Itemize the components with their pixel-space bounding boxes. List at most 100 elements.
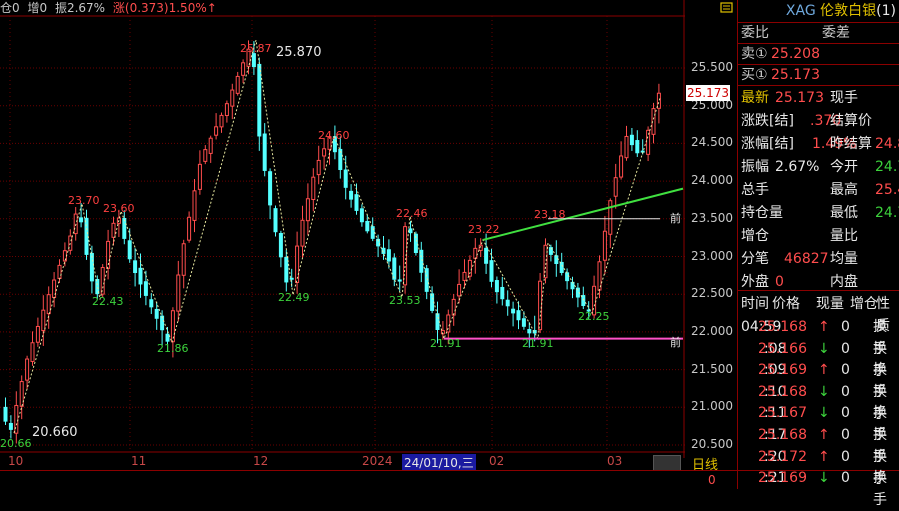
tick-row: :21 25.169 ↓ 0 换手 bbox=[738, 467, 899, 508]
candle-body bbox=[322, 148, 327, 157]
quote-panel: XAG 伦敦白银(1) 委比 委差 卖① 25.208 买① 25.173 最新… bbox=[720, 0, 899, 508]
tick-header-cell: 现量 bbox=[816, 296, 844, 312]
tick-p: 25.168 bbox=[758, 319, 807, 335]
candle-body bbox=[208, 137, 213, 154]
candle-body bbox=[629, 134, 634, 146]
amplitude-value: 振2.67% bbox=[54, 1, 106, 15]
candle-body bbox=[143, 281, 148, 296]
tick-p: 25.167 bbox=[758, 405, 807, 422]
candle-body bbox=[219, 114, 224, 128]
quote-l1: 持仓量 bbox=[741, 205, 783, 221]
peak-label: 23.70 bbox=[68, 194, 100, 207]
price-axis: 25.500 25.000 24.500 24.000 23.500 23.000 22.5… bbox=[685, 0, 737, 458]
peak-label: 20.66 bbox=[0, 437, 32, 450]
quote-v1: 46827 bbox=[784, 251, 829, 267]
tick-d: ↑ bbox=[818, 362, 830, 379]
candle-body bbox=[559, 261, 564, 273]
candle-body bbox=[138, 267, 143, 285]
candle-body bbox=[316, 159, 321, 176]
candle-body bbox=[197, 163, 202, 190]
peak-label: 25.87 bbox=[240, 42, 272, 55]
kline-chart[interactable]: 20.66 23.70 22.43 23.60 21.86 25.87 22.49 24.60… bbox=[0, 0, 685, 458]
candle-body bbox=[473, 247, 478, 259]
quote-l2: 结算价 bbox=[830, 113, 872, 129]
candle-body bbox=[133, 260, 138, 274]
tick-p: 25.169 bbox=[758, 362, 807, 379]
quote-row: 最新 25.173 现手 bbox=[738, 86, 899, 109]
peak-label: 23.60 bbox=[103, 202, 135, 215]
candle-body bbox=[203, 149, 208, 162]
candle-body bbox=[581, 295, 586, 307]
peak-label: 22.43 bbox=[92, 295, 124, 308]
candle-body bbox=[511, 308, 516, 314]
candle-body bbox=[187, 216, 192, 241]
tick-q: 0 bbox=[841, 340, 850, 357]
tick-row: :10 25.168 ↓ 0 换手 bbox=[738, 381, 899, 422]
candle-body bbox=[300, 219, 305, 247]
quote-row: 涨幅[结]1.49%昨结算24.8 bbox=[738, 132, 899, 155]
candle-body bbox=[241, 62, 246, 76]
x-tick-label: 10 bbox=[8, 454, 24, 468]
candle-body bbox=[305, 198, 310, 222]
tick-p: 25.172 bbox=[758, 448, 807, 465]
quote-v2: 24.7 bbox=[875, 205, 899, 221]
tick-row: 04:59 25.168 ↑ 0 换手 bbox=[738, 316, 899, 357]
tick-q: 0 bbox=[841, 470, 850, 487]
candle-body bbox=[268, 171, 273, 206]
tick-row: :09 25.169 ↑ 0 换手 bbox=[738, 359, 899, 400]
candle-body bbox=[516, 310, 521, 321]
candle-body bbox=[3, 406, 8, 422]
candle-body bbox=[311, 176, 316, 201]
quote-l2: 最高 bbox=[830, 182, 858, 198]
peak-label: 23.53 bbox=[389, 294, 421, 307]
candle-body bbox=[79, 217, 84, 223]
quote-row: 总手 最高 25.4 bbox=[738, 178, 899, 201]
tick-q: 0 bbox=[841, 448, 850, 465]
quote-l2: 最低 bbox=[830, 205, 858, 221]
peak-label: 21.91 bbox=[522, 337, 554, 350]
kline-svg[interactable]: 20.66 23.70 22.43 23.60 21.86 25.87 22.49 24.60… bbox=[0, 0, 685, 458]
candle-body bbox=[613, 177, 618, 197]
tick-q: 0 bbox=[841, 427, 850, 443]
quote-v2: 24.8 bbox=[875, 136, 899, 152]
candle-body bbox=[635, 140, 640, 154]
high-price-label: 25.870 bbox=[276, 45, 322, 60]
quote-l1: 分笔 bbox=[741, 251, 769, 267]
candle-body bbox=[224, 103, 229, 117]
candle-body bbox=[230, 89, 235, 107]
buy-row: 买① 25.173 bbox=[738, 64, 899, 85]
candle-body bbox=[122, 217, 127, 239]
quote-v2: 24.7 bbox=[875, 159, 899, 175]
y-tick-label: 22.500 bbox=[691, 286, 733, 301]
y-tick-label: 23.500 bbox=[691, 210, 733, 225]
candle-body bbox=[619, 155, 624, 178]
candle-body bbox=[273, 208, 278, 233]
quote-rows: 最新25.173现手涨跌[结].370结算价涨幅[结]1.49%昨结算24.8振… bbox=[738, 86, 899, 293]
x-tick-label: 24/01/10,三 bbox=[402, 454, 476, 471]
candle-body bbox=[489, 260, 494, 282]
indicator-bar: 仓0 增0 振2.67% 涨(0.373)1.50%↑ bbox=[0, 0, 221, 16]
candle-body bbox=[565, 272, 570, 282]
tick-d: ↑ bbox=[818, 319, 830, 335]
peak-label: 22.49 bbox=[278, 291, 310, 304]
instrument-title: XAG 伦敦白银(1) bbox=[738, 0, 899, 22]
quote-l2: 昨结算 bbox=[830, 136, 872, 152]
line-label: 前 bbox=[670, 335, 681, 349]
candle-body bbox=[608, 200, 613, 235]
quote-l1: 最新 bbox=[741, 90, 769, 106]
peak-label: 22.25 bbox=[578, 310, 610, 323]
x-tick-label: 11 bbox=[131, 454, 147, 468]
tick-row: :11 25.167 ↓ 0 换手 bbox=[738, 402, 899, 443]
tick-k: 换手 bbox=[873, 470, 887, 509]
settings-icon[interactable] bbox=[720, 0, 738, 18]
tick-header: 时间 价格 现量 增仓 性质 bbox=[738, 293, 899, 334]
candle-body bbox=[57, 264, 62, 279]
candle-body bbox=[289, 277, 294, 280]
symbol-code: XAG bbox=[785, 3, 816, 19]
candle-body bbox=[25, 358, 30, 381]
y-tick-label: 20.500 bbox=[691, 437, 733, 451]
quote-row: 增仓 量比 bbox=[738, 224, 899, 247]
y-tick-label: 24.000 bbox=[691, 173, 733, 188]
candle-body bbox=[19, 381, 24, 407]
scroll-button[interactable] bbox=[653, 455, 681, 471]
